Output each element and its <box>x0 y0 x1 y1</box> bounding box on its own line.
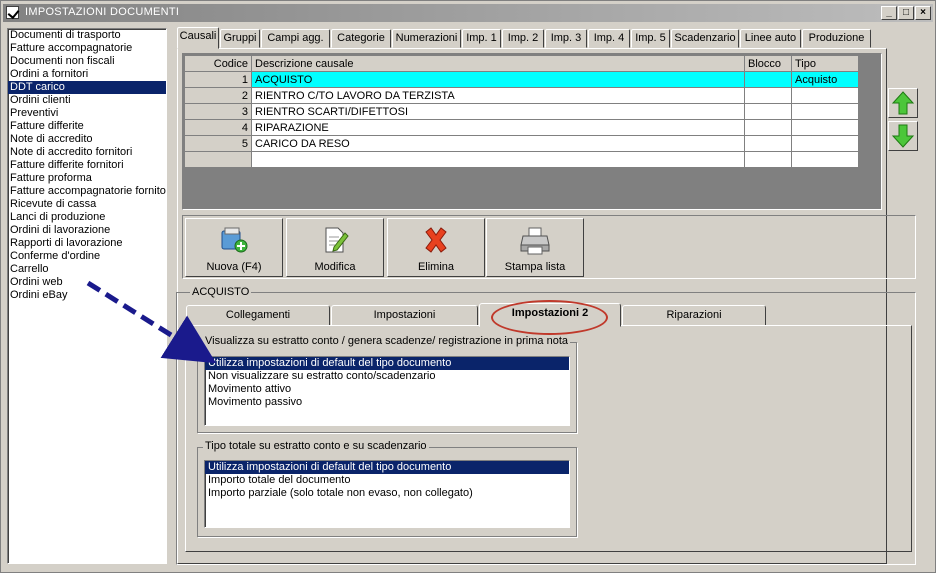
annotation-arrow-icon <box>86 280 217 364</box>
